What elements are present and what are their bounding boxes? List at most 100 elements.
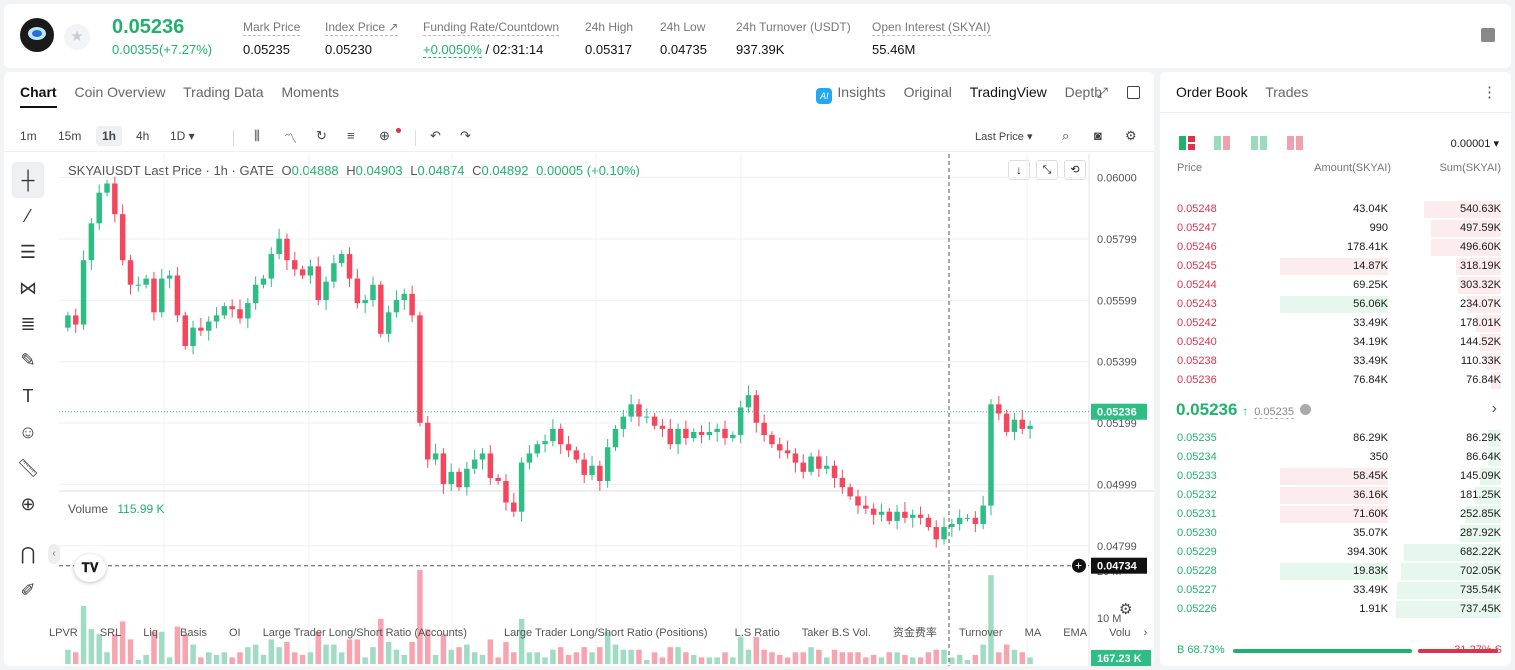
order-book-panel: Order Book Trades ⋮ 0.00001 ▾ Price Amou…: [1160, 72, 1511, 666]
tab-moments[interactable]: Moments: [281, 84, 339, 100]
view-sells-icon[interactable]: [1287, 136, 1303, 150]
ask-row[interactable]: 0.05246 178.41K 496.60K: [1160, 238, 1511, 257]
interval-1h[interactable]: 1h: [96, 126, 123, 146]
indicator-ma[interactable]: MA: [1025, 627, 1042, 639]
add-indicator-icon[interactable]: ⊕: [379, 128, 390, 144]
tab-original[interactable]: Original: [904, 84, 952, 100]
favorite-star-icon[interactable]: ★: [64, 24, 90, 50]
volume-bar: [972, 654, 979, 664]
bid-row[interactable]: 0.05232 36.16K 181.25K: [1160, 486, 1511, 505]
bid-row[interactable]: 0.05234 350 86.64K: [1160, 448, 1511, 467]
tab-chart[interactable]: Chart: [20, 84, 57, 108]
ask-row[interactable]: 0.05243 56.06K 234.07K: [1160, 295, 1511, 314]
horizontal-lines-icon[interactable]: ☰: [12, 234, 44, 270]
undo-icon[interactable]: ↶: [430, 128, 441, 144]
indicator-funding[interactable]: 资金费率: [893, 627, 937, 639]
interval-1d-dropdown[interactable]: 1D ▾: [164, 126, 201, 146]
pencil-lock-icon[interactable]: ✐: [12, 572, 44, 608]
indicator-basis[interactable]: Basis: [180, 627, 207, 639]
interval-1m[interactable]: 1m: [14, 126, 43, 146]
notes-icon[interactable]: [1481, 28, 1495, 42]
tab-coin-overview[interactable]: Coin Overview: [74, 84, 165, 100]
ask-row[interactable]: 0.05240 34.19K 144.52K: [1160, 333, 1511, 352]
stat-index-price[interactable]: Index Price ↗ 0.05230: [325, 18, 399, 57]
view-bids-icon[interactable]: [1214, 136, 1230, 150]
window-icon[interactable]: [1127, 86, 1140, 99]
candlestick-chart[interactable]: 0.06000 0.05799 0.05599 0.05399 0.05199 0.049…: [59, 154, 1154, 666]
more-icon[interactable]: ⋮: [1482, 83, 1497, 101]
chevron-right-icon[interactable]: ›: [1144, 627, 1148, 639]
ask-row[interactable]: 0.05242 33.49K 178.01K: [1160, 314, 1511, 333]
indicator-lt-positions[interactable]: Large Trader Long/Short Ratio (Positions…: [504, 627, 708, 639]
ask-amount: 14.87K: [1353, 260, 1388, 272]
camera-icon[interactable]: ◙: [1094, 128, 1102, 143]
indicator-ema[interactable]: EMA: [1063, 627, 1087, 639]
pattern-icon[interactable]: ⋈: [12, 270, 44, 306]
brush-icon[interactable]: ✎: [12, 342, 44, 378]
ask-row[interactable]: 0.05238 33.49K 110.33K: [1160, 352, 1511, 371]
stat-funding-rate[interactable]: Funding Rate/Countdown +0.0050% / 02:31:1…: [423, 18, 560, 58]
candle-type-icon[interactable]: ⫼: [254, 128, 260, 144]
bid-row[interactable]: 0.05229 394.30K 682.22K: [1160, 543, 1511, 562]
bid-row[interactable]: 0.05228 19.83K 702.05K: [1160, 562, 1511, 581]
indicator-turnover[interactable]: Turnover: [959, 627, 1003, 639]
emoji-icon[interactable]: ☺: [12, 414, 44, 450]
ask-row[interactable]: 0.05245 14.87K 318.19K: [1160, 257, 1511, 276]
ask-row[interactable]: 0.05236 76.84K 76.84K: [1160, 371, 1511, 390]
text-icon[interactable]: T: [12, 378, 44, 414]
template-icon[interactable]: ≡: [347, 128, 355, 143]
crosshair-icon[interactable]: ┼: [12, 162, 44, 198]
indicator-srl[interactable]: SRL: [100, 627, 121, 639]
indicator-taker-vol[interactable]: Taker B.S Vol.: [802, 627, 871, 639]
tab-trades[interactable]: Trades: [1265, 84, 1308, 100]
bid-row[interactable]: 0.05233 58.45K 145.09K: [1160, 467, 1511, 486]
bid-row[interactable]: 0.05230 35.07K 287.92K: [1160, 524, 1511, 543]
indicator-oi[interactable]: OI: [229, 627, 241, 639]
tab-insights[interactable]: AI Insights: [816, 84, 886, 104]
ask-price: 0.05240: [1177, 336, 1217, 348]
indicator-lpvr[interactable]: LPVR: [49, 627, 78, 639]
ruler-icon[interactable]: 📏︎: [12, 450, 44, 486]
candle: [127, 260, 134, 285]
fib-icon[interactable]: ≣: [12, 306, 44, 342]
indicators-icon[interactable]: 〽: [284, 128, 297, 147]
candle: [315, 266, 321, 301]
trend-line-icon[interactable]: ⁄: [12, 198, 44, 234]
price-type-dropdown[interactable]: Last Price ▾: [975, 130, 1033, 143]
collapse-sidebar-icon[interactable]: ‹: [48, 544, 60, 564]
indicator-ls-ratio[interactable]: L.S Ratio: [735, 627, 780, 639]
volume-bar: [464, 644, 470, 664]
stat-open-interest[interactable]: Open Interest (SKYAI) 55.46M: [872, 18, 991, 57]
view-both-icon[interactable]: [1179, 136, 1195, 150]
interval-4h[interactable]: 4h: [130, 126, 155, 146]
settings-gear-icon[interactable]: ⚙: [1125, 128, 1137, 144]
indicator-volume[interactable]: Volu: [1109, 627, 1130, 639]
search-icon[interactable]: ⌕: [1062, 128, 1069, 144]
ask-row[interactable]: 0.05244 69.25K 303.32K: [1160, 276, 1511, 295]
mid-price[interactable]: 0.05236 ↑ 0.05235: [1176, 400, 1311, 420]
indicator-lt-accounts[interactable]: Large Trader Long/Short Ratio (Accounts): [263, 627, 467, 639]
expand-icon[interactable]: ⤢: [1097, 84, 1108, 101]
bid-row[interactable]: 0.05235 86.29K 86.29K: [1160, 429, 1511, 448]
col-price: Price: [1177, 162, 1203, 174]
replay-icon[interactable]: ↻: [316, 128, 327, 144]
tab-order-book[interactable]: Order Book: [1176, 84, 1248, 100]
ask-row[interactable]: 0.05247 990 497.59K: [1160, 219, 1511, 238]
view-asks-icon[interactable]: [1251, 136, 1267, 150]
volume-bar: [331, 644, 337, 664]
tab-trading-data[interactable]: Trading Data: [183, 84, 263, 100]
zoom-in-icon[interactable]: ⊕: [12, 486, 44, 522]
chart-settings-icon[interactable]: ⚙: [1119, 600, 1132, 618]
bid-row[interactable]: 0.05226 1.91K 737.45K: [1160, 600, 1511, 619]
precision-dropdown[interactable]: 0.00001 ▾: [1451, 137, 1499, 150]
magnet-icon[interactable]: ⋂: [12, 536, 44, 572]
indicator-liq[interactable]: Liq: [143, 627, 158, 639]
bid-row[interactable]: 0.05231 71.60K 252.85K: [1160, 505, 1511, 524]
stat-mark-price: Mark Price 0.05235: [243, 20, 301, 57]
tab-tradingview[interactable]: TradingView: [970, 84, 1047, 100]
chevron-right-icon[interactable]: ›: [1492, 400, 1497, 418]
interval-15m[interactable]: 15m: [52, 126, 87, 146]
ask-row[interactable]: 0.05248 43.04K 540.63K: [1160, 200, 1511, 219]
bid-row[interactable]: 0.05227 33.49K 735.54K: [1160, 581, 1511, 600]
redo-icon[interactable]: ↷: [460, 128, 471, 144]
